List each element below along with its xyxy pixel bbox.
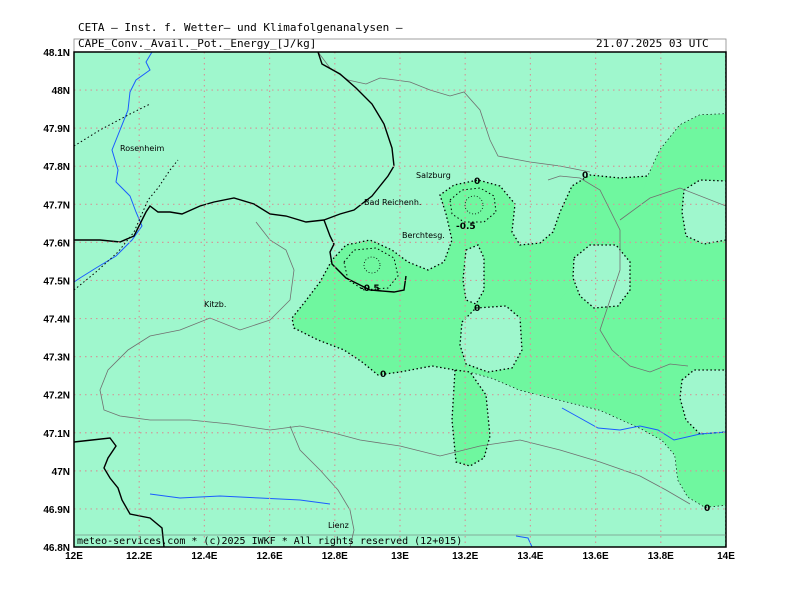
lon-tick-label: 13.6E	[583, 551, 609, 562]
footer-credit: meteo-services.com * (c)2025 IWKF * All …	[77, 536, 462, 547]
lon-tick-label: 12.4E	[191, 551, 217, 562]
contour-label: 0	[380, 370, 386, 380]
lat-tick-label: 48.1N	[43, 48, 70, 59]
lat-tick-label: 47.9N	[43, 124, 70, 135]
lon-tick-label: 13.2E	[452, 551, 478, 562]
lat-tick-label: 47.5N	[43, 276, 70, 287]
lon-tick-label: 13.8E	[648, 551, 674, 562]
lat-tick-label: 47N	[52, 467, 70, 478]
lat-tick-label: 47.8N	[43, 162, 70, 173]
place-berchtesgaden: Berchtesg.	[402, 231, 445, 240]
lon-tick-label: 12.2E	[126, 551, 152, 562]
lat-tick-label: 47.3N	[43, 353, 70, 364]
lat-tick-label: 47.2N	[43, 391, 70, 402]
lat-tick-label: 47.1N	[43, 429, 70, 440]
lat-tick-label: 46.9N	[43, 505, 70, 516]
place-kitzbuehel: Kitzb.	[204, 300, 226, 309]
contour-label: 0	[474, 177, 480, 187]
lon-tick-label: 12.8E	[322, 551, 348, 562]
cape-hole-4	[681, 179, 726, 245]
contour-label: 0	[582, 171, 588, 181]
lon-tick-labels: 12E 12.2E 12.4E 12.6E 12.8E 13E 13.2E 13.4E 13.6…	[65, 551, 735, 562]
place-salzburg: Salzburg	[416, 171, 451, 180]
contour-label: -0.5	[360, 284, 380, 294]
contour-label: 0	[474, 304, 480, 314]
contour-label: 0	[704, 504, 710, 514]
place-rosenheim: Rosenheim	[120, 144, 164, 153]
contour-label: -0.5	[456, 222, 476, 232]
lat-tick-label: 47.6N	[43, 238, 70, 249]
lat-tick-label: 46.8N	[43, 543, 70, 554]
lat-tick-label: 47.4N	[43, 315, 70, 326]
place-lienz: Lienz	[328, 521, 349, 530]
lon-tick-label: 13.4E	[517, 551, 543, 562]
lon-tick-label: 13E	[391, 551, 409, 562]
header-box	[73, 38, 727, 53]
lon-tick-label: 14E	[717, 551, 735, 562]
cape-hole-1	[462, 244, 485, 305]
place-bad-reichenhall: Bad Reichenh.	[364, 198, 421, 207]
lat-tick-label: 47.7N	[43, 200, 70, 211]
lon-tick-label: 12.6E	[257, 551, 283, 562]
weather-map: Rosenheim Salzburg Bad Reichenh. Berchte…	[43, 38, 735, 562]
lat-tick-label: 48N	[52, 86, 70, 97]
cape-hole-2	[459, 305, 523, 373]
lat-tick-labels: 48.1N 48N 47.9N 47.8N 47.7N 47.6N 47.5N 47.4N 47…	[43, 48, 70, 554]
